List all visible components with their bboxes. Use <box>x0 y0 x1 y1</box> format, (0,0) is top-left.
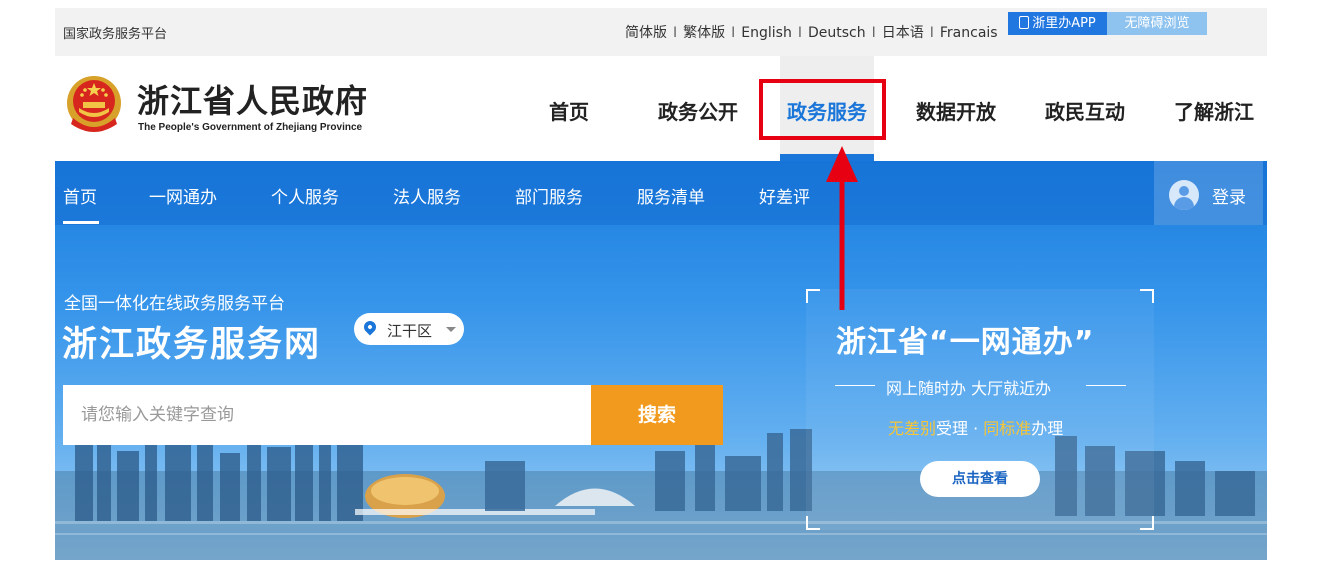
promo-subline-a: 受理 · <box>936 419 984 438</box>
portal-name: 浙江政务服务网 <box>62 325 322 365</box>
lang-german[interactable]: Deutsch <box>808 25 866 41</box>
view-details-button[interactable]: 点击查看 <box>920 461 1040 497</box>
lang-french[interactable]: Francais <box>940 25 998 41</box>
lang-simplified[interactable]: 简体版 <box>625 25 667 41</box>
lang-japanese[interactable]: 日本语 <box>882 25 924 41</box>
site-title[interactable]: 浙江省人民政府 <box>137 76 368 122</box>
login-button[interactable]: 登录 <box>1154 161 1263 225</box>
nav-interaction[interactable]: 政民互动 <box>1045 96 1125 125</box>
nav-home[interactable]: 首页 <box>549 96 589 125</box>
promo-title: 浙江省“一网通办” <box>836 325 1095 360</box>
subnav-active-underline <box>63 221 99 224</box>
promo-highlight-2: 同标准 <box>983 419 1032 438</box>
lang-separator: I <box>673 25 678 41</box>
nav-open-data[interactable]: 数据开放 <box>916 96 996 125</box>
lang-traditional[interactable]: 繁体版 <box>683 25 725 41</box>
promo-subline-b: 办理 <box>1031 419 1064 438</box>
national-platform-link[interactable]: 国家政务服务平台 <box>63 23 167 42</box>
search-input[interactable] <box>63 385 591 445</box>
subnav-department-services[interactable]: 部门服务 <box>515 183 583 208</box>
lang-separator: I <box>731 25 736 41</box>
service-subnav: 首页 一网通办 个人服务 法人服务 部门服务 服务清单 好差评 登录 <box>55 161 1267 225</box>
promo-divider-left <box>835 385 875 386</box>
location-pin-icon <box>361 318 379 336</box>
app-download-button[interactable]: 浙里办APP <box>1008 12 1107 35</box>
promo-highlight-1: 无差别 <box>888 419 937 438</box>
chevron-down-icon <box>446 327 456 332</box>
platform-tagline: 全国一体化在线政务服务平台 <box>64 294 285 314</box>
promo-panel: 浙江省“一网通办” 网上随时办 大厅就近办 无差别受理 · 同标准办理 点击查看 <box>806 289 1154 530</box>
nav-about-zhejiang[interactable]: 了解浙江 <box>1174 96 1254 125</box>
annotation-highlight-box <box>759 79 886 140</box>
subnav-corporate-services[interactable]: 法人服务 <box>393 183 461 208</box>
hero-banner: 首页 一网通办 个人服务 法人服务 部门服务 服务清单 好差评 登录 全国一体化… <box>55 161 1267 560</box>
login-label: 登录 <box>1212 188 1246 208</box>
lang-separator: I <box>871 25 876 41</box>
subnav-rating[interactable]: 好差评 <box>759 183 810 208</box>
subnav-personal-services[interactable]: 个人服务 <box>271 183 339 208</box>
site-subtitle: The People's Government of Zhejiang Prov… <box>138 122 363 133</box>
search-button[interactable]: 搜索 <box>591 385 723 445</box>
nav-government-affairs[interactable]: 政务公开 <box>658 96 738 125</box>
promo-divider-right <box>1086 385 1126 386</box>
accessibility-button[interactable]: 无障碍浏览 <box>1107 12 1207 35</box>
subnav-home[interactable]: 首页 <box>63 183 97 208</box>
active-nav-indicator <box>780 154 874 161</box>
search-box <box>63 385 591 445</box>
subnav-service-list[interactable]: 服务清单 <box>637 183 705 208</box>
language-switcher: 简体版 I 繁体版 I English I Deutsch I 日本语 I Francais <box>625 22 998 42</box>
lang-separator: I <box>929 25 934 41</box>
lang-separator: I <box>797 25 802 41</box>
phone-icon <box>1019 16 1030 29</box>
subnav-one-stop[interactable]: 一网通办 <box>149 183 217 208</box>
national-emblem-icon[interactable] <box>65 74 123 136</box>
user-avatar-icon <box>1169 180 1199 210</box>
app-button-label: 浙里办APP <box>1032 16 1096 31</box>
region-selector[interactable]: 江干区 <box>354 313 464 345</box>
promo-slogan: 网上随时办 大厅就近办 <box>886 379 1052 398</box>
lang-english[interactable]: English <box>741 25 792 41</box>
site-header: 浙江省人民政府 The People's Government of Zheji… <box>55 56 1267 161</box>
region-label: 江干区 <box>387 322 433 340</box>
promo-subline: 无差别受理 · 同标准办理 <box>888 415 1063 439</box>
